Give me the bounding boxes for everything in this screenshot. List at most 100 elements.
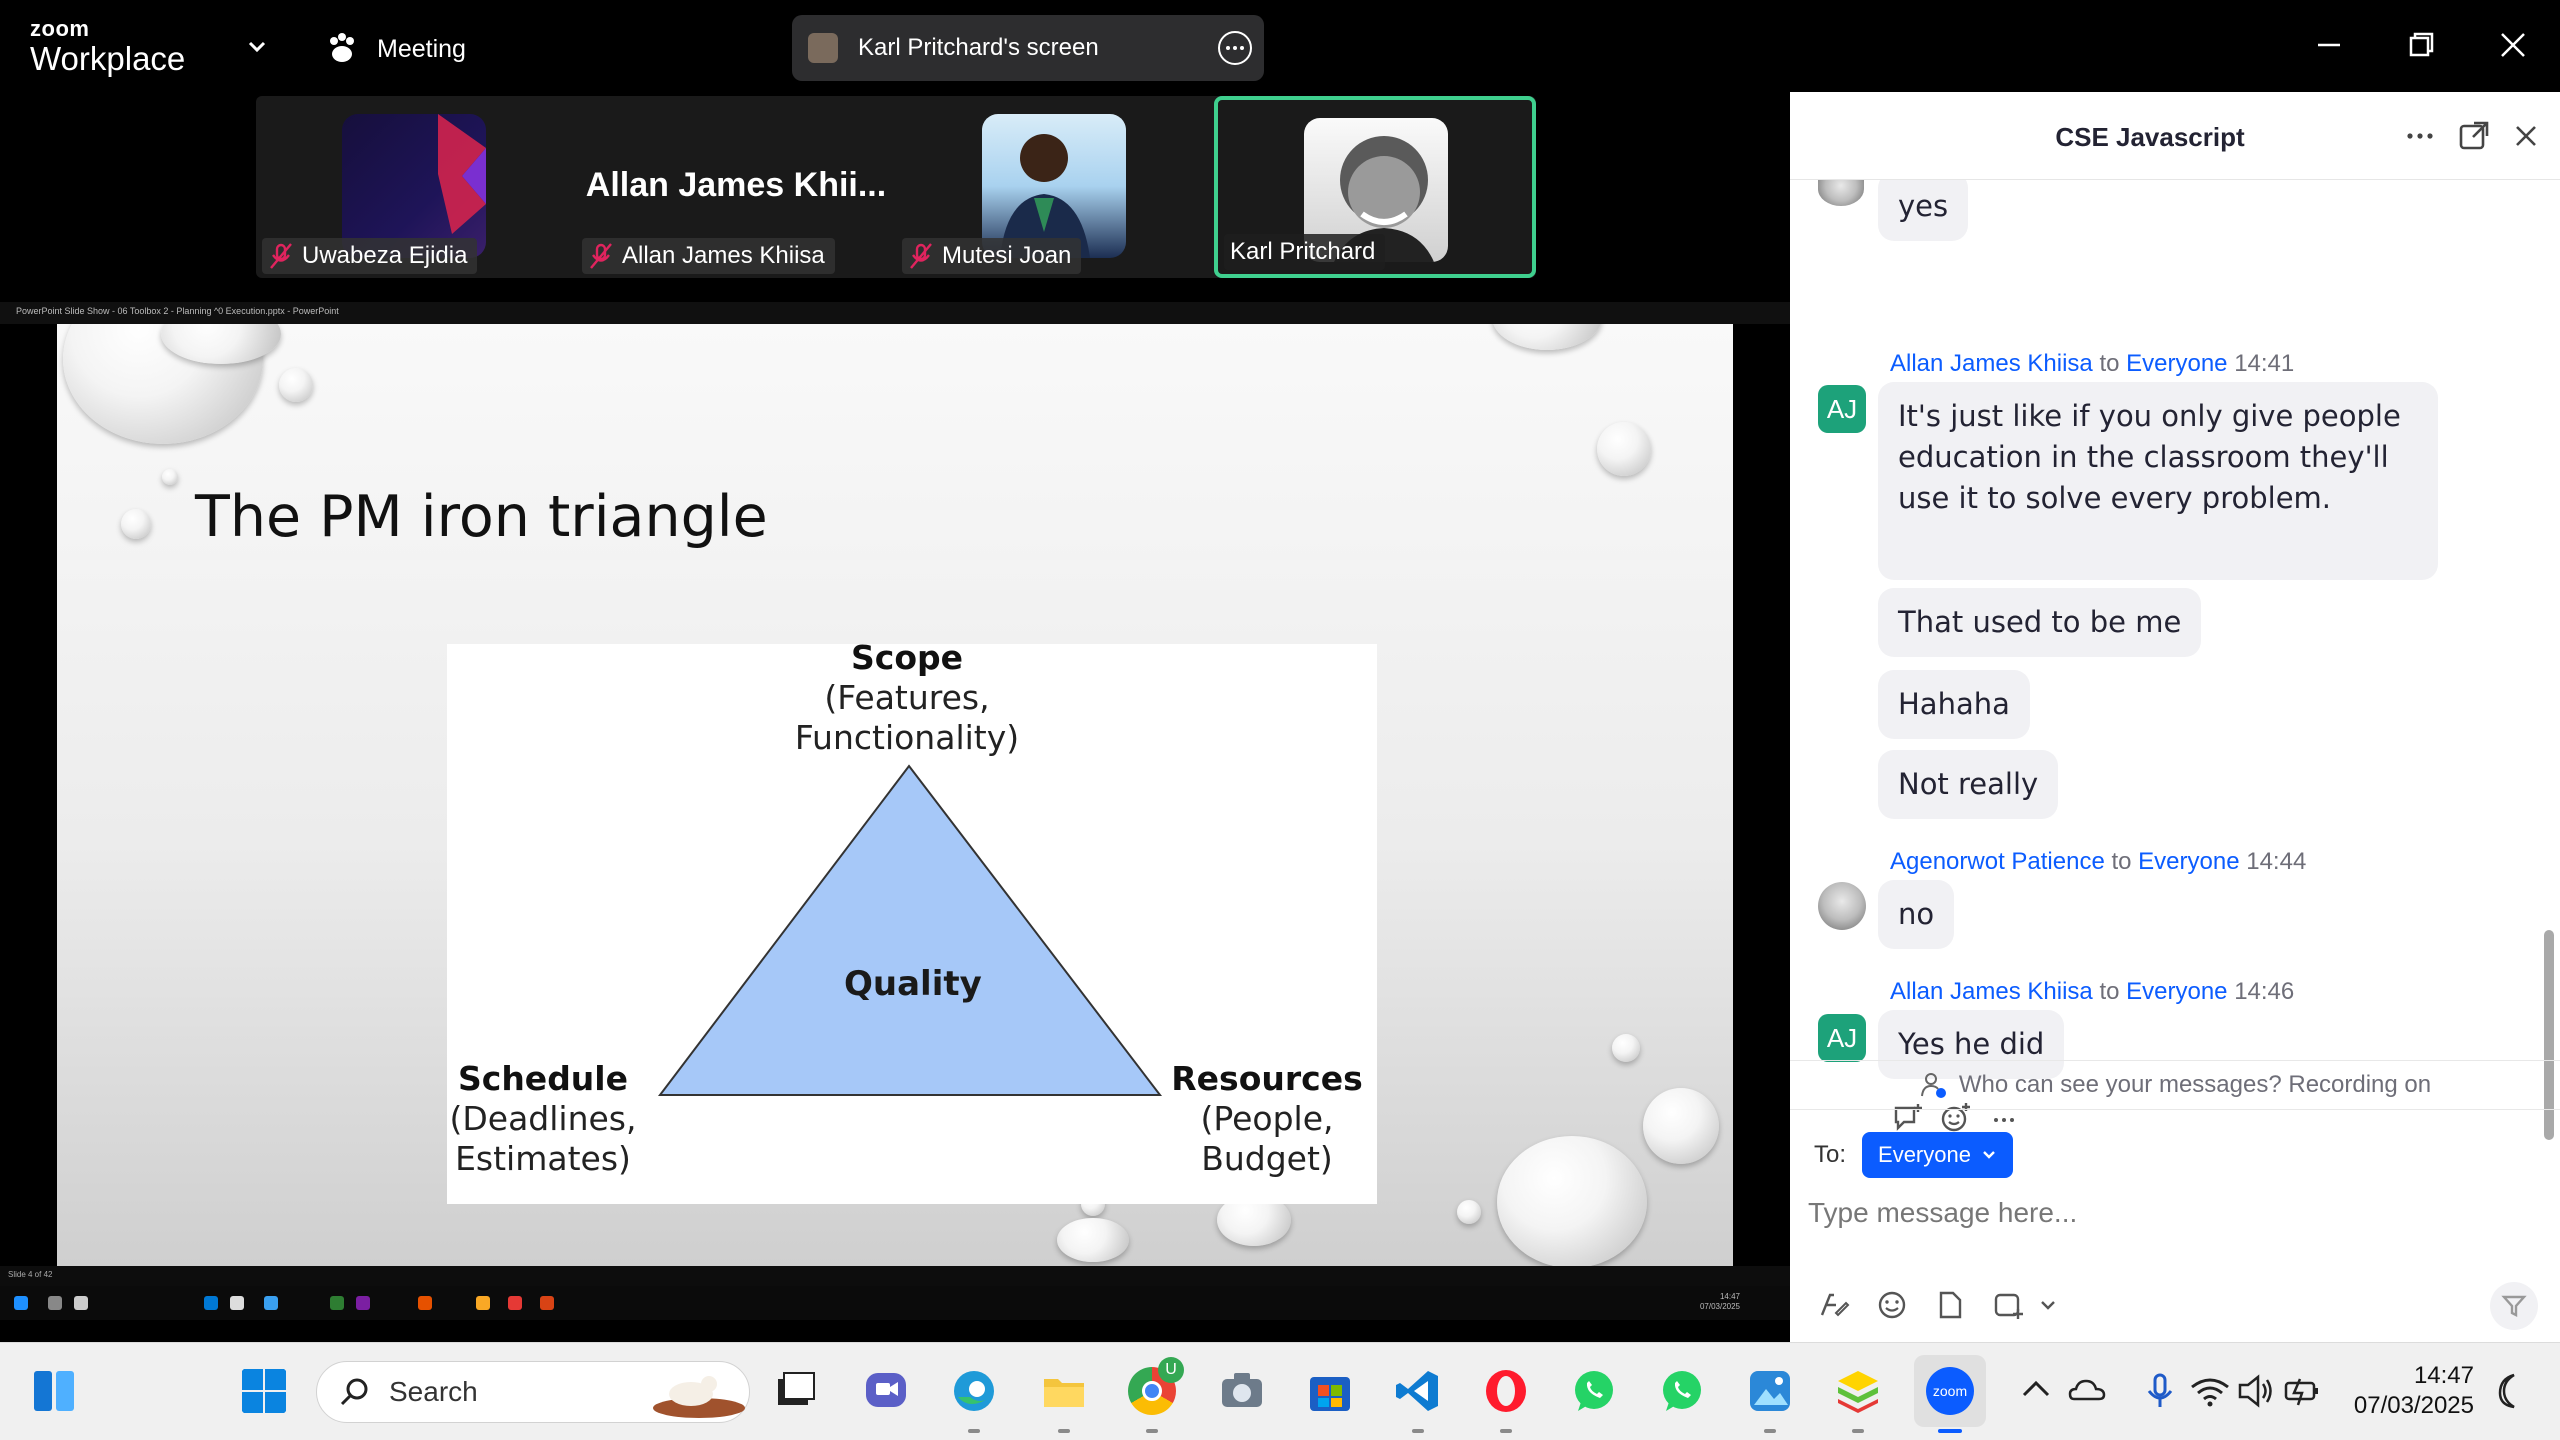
bluestacks-icon[interactable] (1834, 1367, 1882, 1415)
send-button[interactable] (2490, 1282, 2538, 1330)
clock-date: 07/03/2025 (2353, 1392, 2474, 1419)
onedrive-icon[interactable] (2064, 1367, 2112, 1415)
participant-tile-active-speaker[interactable]: Karl Pritchard (1214, 96, 1536, 278)
sender-name[interactable]: Allan James Khiisa (1890, 350, 2093, 377)
chevron-down-icon[interactable] (242, 36, 272, 58)
close-window-icon[interactable] (2490, 22, 2536, 68)
chat-message: no (1878, 880, 1955, 949)
participant-tile[interactable]: Mutesi Joan (896, 96, 1216, 278)
zoom-icon: zoom (1926, 1367, 1974, 1415)
chevron-down-icon[interactable] (2030, 1287, 2066, 1323)
more-options-icon[interactable] (1218, 31, 1252, 65)
whatsapp-icon[interactable] (1570, 1367, 1618, 1415)
presenter-date: 07/03/2025 (1699, 1302, 1740, 1311)
battery-icon[interactable] (2278, 1367, 2326, 1415)
resources-sub: (People, (1200, 1099, 1334, 1138)
chat-panel: CSE Javascript yes Allan James Khiisa to… (1790, 92, 2560, 1342)
privacy-notice[interactable]: Who can see your messages? Recording on (1790, 1060, 2560, 1110)
system-clock[interactable]: 14:47 07/03/2025 (2354, 1361, 2474, 1421)
zoom-taskbar-button[interactable]: zoom (1914, 1355, 1986, 1433)
vscode-icon[interactable] (1394, 1367, 1442, 1415)
photos-icon[interactable] (1746, 1367, 1794, 1415)
meeting-button[interactable]: Meeting (325, 28, 466, 70)
mic-muted-icon (910, 243, 932, 269)
task-view-icon[interactable] (772, 1367, 820, 1415)
file-explorer-icon[interactable] (1040, 1367, 1088, 1415)
scope-label: Scope (Features, Functionality) (787, 638, 1027, 758)
avatar-initials: AJ (1826, 393, 1858, 424)
message-text: It's just like if you only give people e… (1898, 399, 2401, 515)
screenshot-icon[interactable] (1990, 1287, 2026, 1323)
widgets-icon[interactable] (30, 1367, 78, 1415)
teams-chat-icon[interactable] (862, 1367, 910, 1415)
resources-label: Resources (People, Budget) (1167, 1059, 1367, 1179)
chat-message: Not really (1878, 750, 2059, 819)
file-icon[interactable] (1932, 1287, 1968, 1323)
format-text-icon[interactable] (1816, 1287, 1852, 1323)
emoji-icon[interactable] (1874, 1287, 1910, 1323)
paw-icon (330, 33, 354, 62)
minimize-icon[interactable] (2306, 22, 2352, 68)
chat-message: It's just like if you only give people e… (1878, 382, 2438, 580)
participant-name: Allan James Khiisa (622, 242, 825, 269)
powerpoint-title-bar: PowerPoint Slide Show - 06 Toolbox 2 - P… (0, 302, 1790, 324)
avatar (1818, 180, 1864, 206)
message-time: 14:41 (2234, 350, 2295, 377)
restore-icon[interactable] (2398, 22, 2444, 68)
message-text: no (1898, 897, 1935, 931)
opera-icon[interactable] (1482, 1367, 1530, 1415)
windows-taskbar: Search U zoom 14:47 07/03/2025 (0, 1342, 2560, 1440)
sender-to: to (2099, 978, 2120, 1005)
screen-share-indicator[interactable]: Karl Pritchard's screen (792, 15, 1264, 81)
brand-big-text: Workplace (30, 40, 186, 77)
sender-name[interactable]: Allan James Khiisa (1890, 978, 2093, 1005)
recipient-dropdown[interactable]: Everyone (1862, 1132, 2013, 1178)
message-sender-line: Allan James Khiisa to Everyone 14:41 (1890, 350, 2294, 378)
chrome-icon[interactable]: U (1128, 1357, 1184, 1415)
chat-header: CSE Javascript (1790, 92, 2560, 180)
recipient-name[interactable]: Everyone (2138, 848, 2239, 875)
pop-out-icon[interactable] (2456, 118, 2492, 154)
quality-label: Quality (844, 964, 982, 1004)
start-icon[interactable] (240, 1367, 288, 1415)
brand-small-text: zoom (30, 16, 90, 41)
close-icon[interactable] (2508, 118, 2544, 154)
participant-display-name: Allan James Khii... (585, 166, 887, 204)
avatar (1818, 882, 1866, 930)
participant-tile[interactable]: Uwabeza Ejidia (256, 96, 576, 278)
more-horizontal-icon[interactable] (2402, 118, 2438, 154)
microsoft-store-icon[interactable] (1306, 1367, 1354, 1415)
schedule-title: Schedule (457, 1059, 628, 1098)
privacy-text: Who can see your messages? Recording on (1958, 1071, 2432, 1098)
title-bar: zoom Workplace Meeting Karl Pritchard's … (0, 0, 2560, 92)
participant-name-tag: Allan James Khiisa (582, 238, 835, 274)
whatsapp-business-icon[interactable] (1658, 1367, 1706, 1415)
participant-name-tag: Mutesi Joan (902, 238, 1082, 274)
recipient-name[interactable]: Everyone (2126, 978, 2227, 1005)
search-icon (340, 1378, 368, 1406)
chevron-down-icon (1983, 1151, 1995, 1159)
slide-counter: Slide 4 of 42 (8, 1270, 53, 1279)
microphone-icon[interactable] (2136, 1367, 2184, 1415)
powerpoint-status-bar: Slide 4 of 42 (0, 1266, 1790, 1286)
do-not-disturb-icon[interactable] (2486, 1367, 2534, 1415)
to-label: To: (1814, 1141, 1847, 1168)
edge-icon[interactable] (950, 1367, 998, 1415)
sender-to: to (2111, 848, 2132, 875)
chat-messages[interactable]: yes Allan James Khiisa to Everyone 14:41… (1790, 180, 2560, 1147)
taskbar-search[interactable]: Search (316, 1361, 750, 1423)
volume-icon[interactable] (2232, 1367, 2280, 1415)
presenter-taskbar: 14:47 07/03/2025 (0, 1286, 1790, 1320)
chevron-up-icon[interactable] (2016, 1367, 2056, 1415)
chrome-profile-badge: U (1158, 1357, 1184, 1383)
sender-name[interactable]: Agenorwot Patience (1890, 848, 2105, 875)
message-input[interactable] (1808, 1188, 2508, 1238)
recipient-name[interactable]: Everyone (2126, 350, 2227, 377)
wifi-icon[interactable] (2186, 1367, 2234, 1415)
participant-tile[interactable]: Allan James Khii... Allan James Khiisa (576, 96, 896, 278)
meeting-label: Meeting (377, 34, 466, 63)
camera-icon[interactable] (1218, 1367, 1266, 1415)
recipient-value: Everyone (1878, 1142, 1971, 1167)
participant-strip: Uwabeza Ejidia Allan James Khii... Allan… (256, 96, 1536, 278)
scope-sub: Functionality) (794, 718, 1020, 757)
